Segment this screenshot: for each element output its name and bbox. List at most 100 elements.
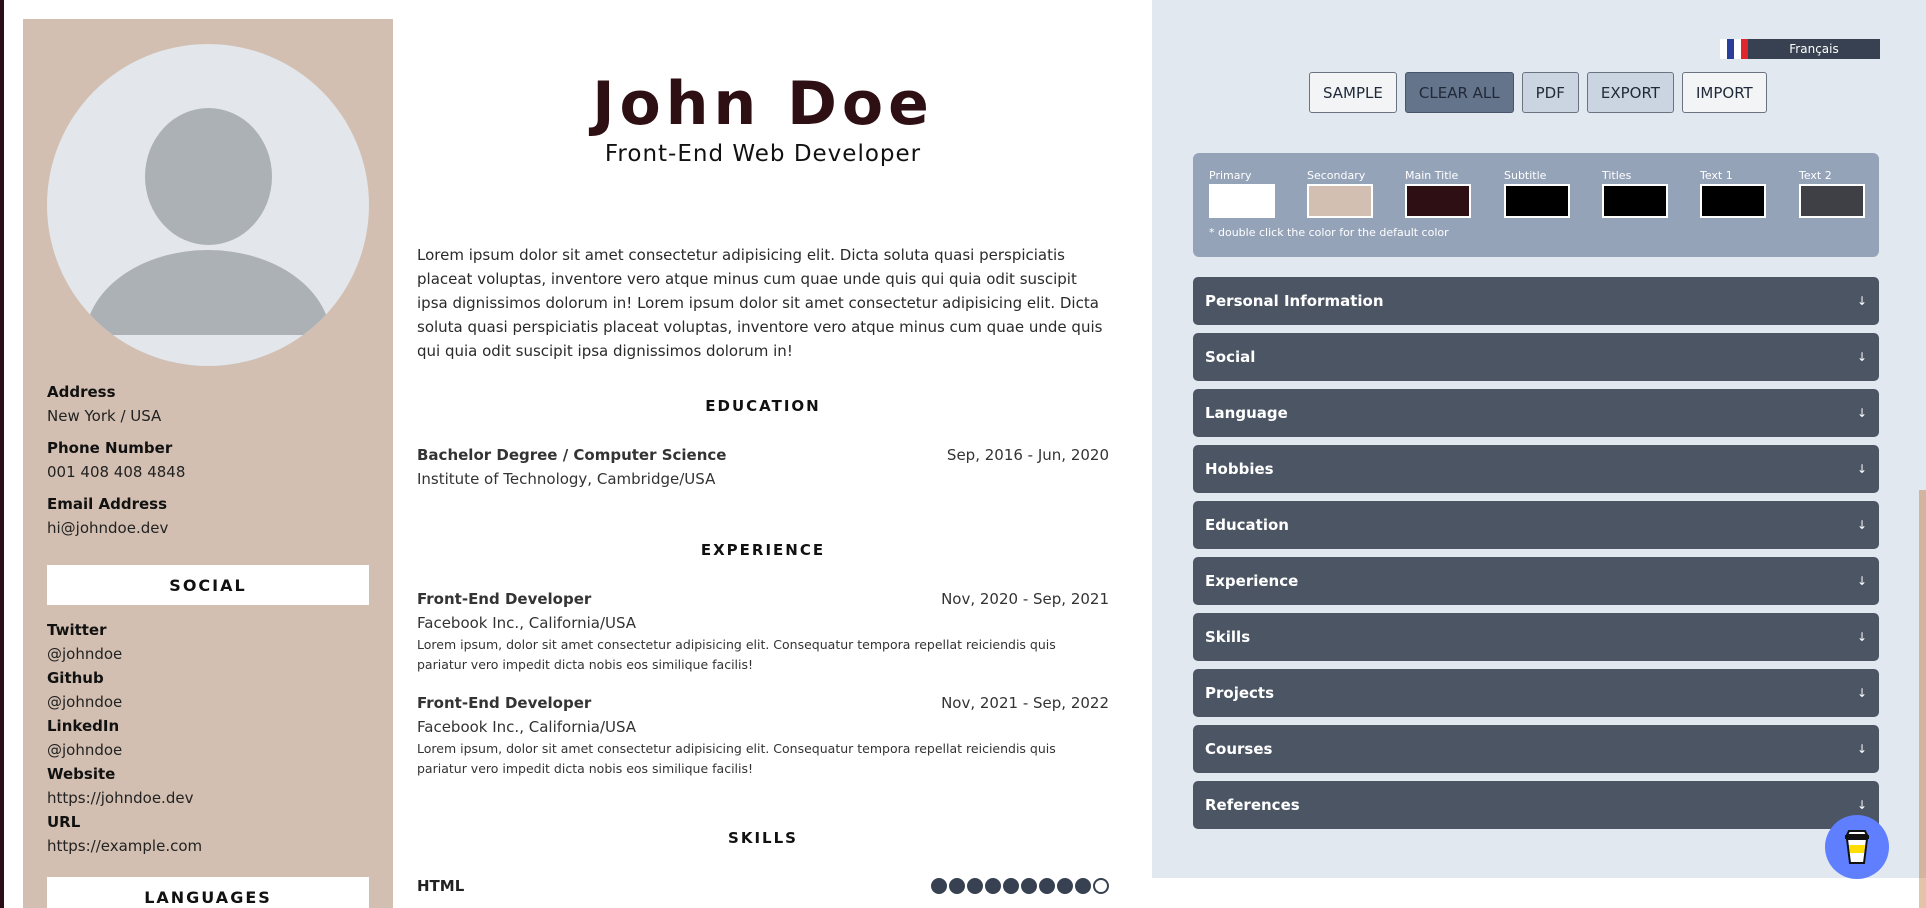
skill-dot-filled (1075, 878, 1091, 894)
arrow-down-icon: ↓ (1856, 630, 1867, 644)
experience-entry: Front-End Developer Nov, 2021 - Sep, 202… (417, 691, 1109, 779)
skill-dot-filled (931, 878, 947, 894)
entry-description: Lorem ipsum, dolor sit amet consectetur … (417, 637, 1056, 672)
accordion-personal-information[interactable]: Personal Information ↓ (1193, 277, 1879, 325)
color-swatch-secondary[interactable]: Secondary (1307, 169, 1373, 218)
accordion-label: Education (1205, 516, 1289, 534)
skill-dot-empty (1093, 878, 1109, 894)
experience-entry: Front-End Developer Nov, 2020 - Sep, 202… (417, 587, 1109, 675)
entry-title: Front-End Developer (417, 694, 592, 712)
languages-heading: LANGUAGES (47, 877, 369, 908)
language-switch-button[interactable]: Français (1720, 39, 1880, 59)
accordion-label: Language (1205, 404, 1288, 422)
accordion-courses[interactable]: Courses ↓ (1193, 725, 1879, 773)
color-settings-panel: Primary Secondary Main Title Subtitle Ti… (1193, 153, 1879, 257)
pdf-button[interactable]: PDF (1521, 72, 1579, 113)
color-swatch-subtitle[interactable]: Subtitle (1504, 169, 1570, 218)
arrow-down-icon: ↓ (1856, 574, 1867, 588)
swatch-color-box[interactable] (1209, 184, 1275, 218)
social-heading: SOCIAL (47, 565, 369, 605)
social-label: Github (47, 669, 104, 687)
accordion-education[interactable]: Education ↓ (1193, 501, 1879, 549)
swatch-label: Secondary (1307, 169, 1366, 182)
accordion-skills[interactable]: Skills ↓ (1193, 613, 1879, 661)
swatch-color-box[interactable] (1799, 184, 1865, 218)
social-label: Website (47, 765, 116, 783)
entry-date: Nov, 2021 - Sep, 2022 (941, 694, 1109, 712)
swatch-color-box[interactable] (1700, 184, 1766, 218)
avatar-base (47, 335, 369, 366)
accordion-label: Projects (1205, 684, 1275, 702)
swatch-label: Subtitle (1504, 169, 1547, 182)
cv-sidebar: Address New York / USA Phone Number 001 … (23, 19, 393, 908)
accordion-label: Experience (1205, 572, 1299, 590)
accordion-hobbies[interactable]: Hobbies ↓ (1193, 445, 1879, 493)
social-value: https://johndoe.dev (47, 789, 194, 807)
swatch-label: Primary (1209, 169, 1252, 182)
color-swatch-titles[interactable]: Titles (1602, 169, 1668, 218)
social-label: LinkedIn (47, 717, 120, 735)
arrow-down-icon: ↓ (1856, 294, 1867, 308)
color-swatch-text-2[interactable]: Text 2 (1799, 169, 1865, 218)
swatch-color-box[interactable] (1602, 184, 1668, 218)
swatch-label: Titles (1602, 169, 1632, 182)
social-value: https://example.com (47, 837, 203, 855)
clear-all-button[interactable]: CLEAR ALL (1404, 72, 1514, 113)
swatch-label: Main Title (1405, 169, 1459, 182)
skill-dot-filled (949, 878, 965, 894)
skill-dot-filled (1039, 878, 1055, 894)
accordion-references[interactable]: References ↓ (1193, 781, 1879, 829)
skill-dot-filled (985, 878, 1001, 894)
social-label: Twitter (47, 621, 107, 639)
address-label: Address (47, 383, 116, 401)
social-label: URL (47, 813, 81, 831)
experience-heading: EXPERIENCE (700, 541, 826, 559)
arrow-down-icon: ↓ (1856, 518, 1867, 532)
arrow-down-icon: ↓ (1856, 798, 1867, 812)
education-entry: Bachelor Degree / Computer Science Sep, … (417, 443, 1109, 491)
skill-level-dots (931, 878, 1109, 894)
buy-me-a-coffee-button[interactable] (1825, 815, 1889, 879)
arrow-down-icon: ↓ (1856, 462, 1867, 476)
accordion-projects[interactable]: Projects ↓ (1193, 669, 1879, 717)
entry-date: Sep, 2016 - Jun, 2020 (946, 446, 1109, 464)
entry-title: Bachelor Degree / Computer Science (417, 446, 727, 464)
arrow-down-icon: ↓ (1856, 406, 1867, 420)
accordion-label: References (1205, 796, 1300, 814)
skills-heading: SKILLS (728, 829, 798, 847)
skill-dot-filled (1057, 878, 1073, 894)
accordion-label: Personal Information (1205, 292, 1384, 310)
skill-dot-filled (1003, 878, 1019, 894)
avatar (47, 44, 369, 366)
swatch-color-box[interactable] (1504, 184, 1570, 218)
education-heading: EDUCATION (705, 397, 821, 415)
social-value: @johndoe (47, 741, 123, 759)
accordion-social[interactable]: Social ↓ (1193, 333, 1879, 381)
accordion-label: Hobbies (1205, 460, 1274, 478)
arrow-down-icon: ↓ (1856, 742, 1867, 756)
color-swatch-primary[interactable]: Primary (1209, 169, 1275, 218)
social-value: @johndoe (47, 645, 123, 663)
sample-button[interactable]: SAMPLE (1309, 72, 1397, 113)
accordion-language[interactable]: Language ↓ (1193, 389, 1879, 437)
editor-toolbar: SAMPLE CLEAR ALL PDF EXPORT IMPORT (1309, 72, 1767, 113)
import-button[interactable]: IMPORT (1681, 72, 1767, 113)
accordion-label: Social (1205, 348, 1256, 366)
cv-role: Front-End Web Developer (604, 141, 922, 167)
accordion-experience[interactable]: Experience ↓ (1193, 557, 1879, 605)
swatch-color-box[interactable] (1405, 184, 1471, 218)
french-flag-icon (1720, 39, 1748, 59)
color-swatch-text-1[interactable]: Text 1 (1700, 169, 1766, 218)
swatch-color-box[interactable] (1307, 184, 1373, 218)
coffee-cup-icon (1845, 830, 1869, 864)
social-value: @johndoe (47, 693, 123, 711)
contact-info: Address New York / USA Phone Number 001 … (47, 380, 369, 540)
window-edge-right (1919, 490, 1926, 908)
entry-description: Lorem ipsum, dolor sit amet consectetur … (417, 741, 1056, 776)
export-button[interactable]: EXPORT (1586, 72, 1674, 113)
color-swatch-main-title[interactable]: Main Title (1405, 169, 1471, 218)
skill-name: HTML (417, 877, 465, 895)
email-label: Email Address (47, 495, 168, 513)
avatar-head (145, 108, 272, 245)
cv-name: John Doe (592, 69, 934, 139)
